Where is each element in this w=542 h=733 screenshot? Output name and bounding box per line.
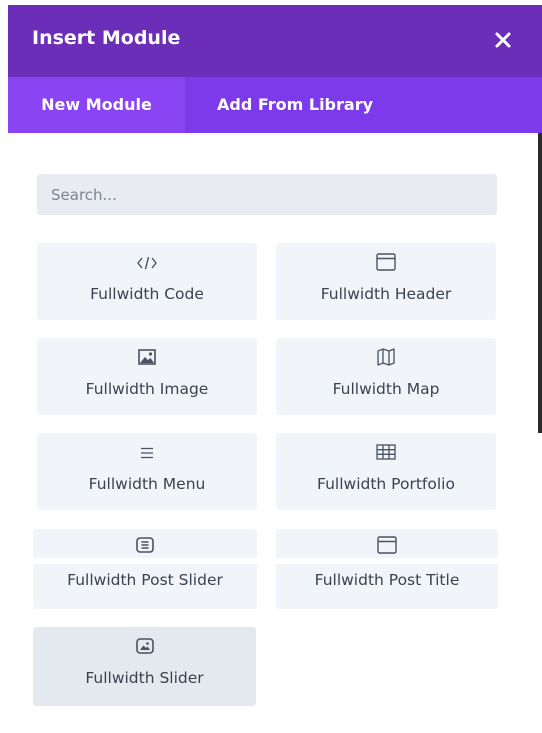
tab-add-from-library[interactable]: Add From Library — [185, 77, 405, 133]
module-label: Fullwidth Header — [320, 285, 452, 303]
module-fullwidth-header[interactable]: Fullwidth Header — [276, 243, 496, 320]
image-icon — [37, 347, 257, 367]
module-label: Fullwidth Map — [332, 380, 440, 398]
module-label: Fullwidth Image — [85, 380, 209, 398]
map-icon — [276, 347, 496, 367]
module-fullwidth-image[interactable]: Fullwidth Image — [37, 338, 257, 415]
close-icon[interactable] — [490, 27, 516, 53]
scroll-gap — [276, 558, 498, 564]
module-label: Fullwidth Post Slider — [67, 571, 223, 589]
module-label: Fullwidth Portfolio — [317, 475, 455, 493]
module-fullwidth-portfolio[interactable]: Fullwidth Portfolio — [276, 433, 496, 510]
slider-image-icon — [33, 636, 256, 656]
module-fullwidth-menu[interactable]: Fullwidth Menu — [37, 433, 257, 510]
search-input[interactable] — [37, 174, 497, 215]
modal-titlebar: Insert Module — [8, 5, 542, 77]
grid-icon — [276, 442, 496, 462]
slider-icon — [33, 535, 257, 555]
insert-module-modal: Insert Module New Module Add From Librar… — [8, 0, 542, 733]
scrollbar[interactable] — [538, 133, 542, 433]
code-icon — [37, 255, 257, 271]
module-fullwidth-post-slider[interactable]: Fullwidth Post Slider — [33, 529, 257, 609]
menu-icon — [37, 445, 257, 461]
module-label: Fullwidth Slider — [85, 669, 204, 687]
module-label: Fullwidth Code — [90, 285, 204, 303]
scroll-gap — [33, 558, 257, 564]
module-fullwidth-code[interactable]: Fullwidth Code — [37, 243, 257, 320]
tab-bar: New Module Add From Library — [8, 77, 542, 133]
modal-title: Insert Module — [32, 27, 181, 49]
module-label: Fullwidth Menu — [88, 475, 206, 493]
window-icon — [276, 535, 498, 555]
module-fullwidth-map[interactable]: Fullwidth Map — [276, 338, 496, 415]
module-label: Fullwidth Post Title — [314, 571, 460, 589]
window-icon — [276, 252, 496, 272]
tab-new-module[interactable]: New Module — [8, 77, 185, 133]
module-fullwidth-post-title[interactable]: Fullwidth Post Title — [276, 529, 498, 609]
module-fullwidth-slider[interactable]: Fullwidth Slider — [33, 627, 256, 706]
